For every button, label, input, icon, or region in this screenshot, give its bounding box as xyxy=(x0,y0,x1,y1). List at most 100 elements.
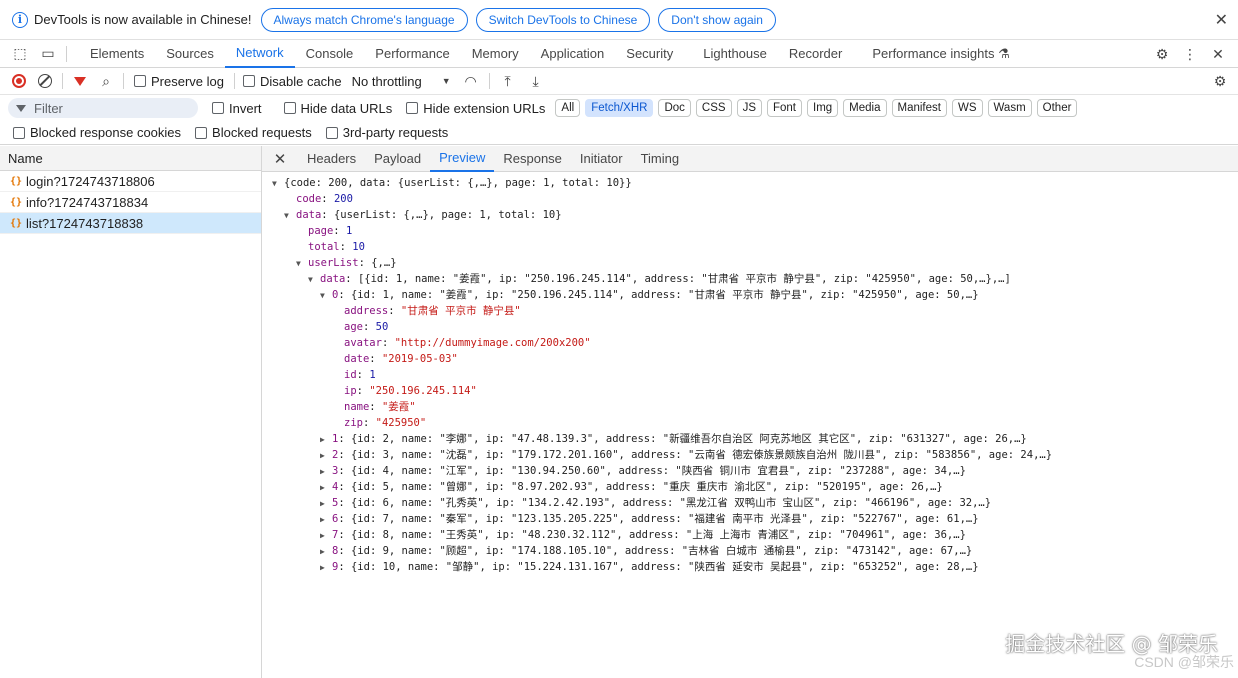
tab-recorder[interactable]: Recorder xyxy=(778,40,853,68)
tab-security[interactable]: Security xyxy=(615,40,684,68)
tab-performance-insights[interactable]: Performance insights ⚗ xyxy=(861,40,1020,68)
record-icon[interactable] xyxy=(6,67,32,95)
tree-node-userlist[interactable]: ▼ userList: {,…} xyxy=(262,255,1238,271)
type-filter-img[interactable]: Img xyxy=(807,99,839,117)
expand-triangle-icon[interactable]: ▶ xyxy=(320,464,332,480)
filter-input[interactable]: Filter xyxy=(8,98,198,118)
expand-triangle-icon[interactable]: ▶ xyxy=(320,528,332,544)
checkbox-box[interactable] xyxy=(13,126,25,139)
expand-triangle-icon[interactable]: ▶ xyxy=(320,432,332,448)
request-row-login[interactable]: {} login?1724743718806 xyxy=(0,171,261,192)
tab-response[interactable]: Response xyxy=(494,146,571,172)
dont-show-again-button[interactable]: Don't show again xyxy=(658,7,776,32)
tree-node-item-1[interactable]: ▶ 1: {id: 2, name: "李娜", ip: "47.48.139.3… xyxy=(262,431,1238,447)
hide-data-urls-checkbox[interactable]: Hide data URLs xyxy=(283,101,392,116)
tree-root[interactable]: ▼ {code: 200, data: {userList: {,…}, page… xyxy=(262,175,1238,191)
tab-preview[interactable]: Preview xyxy=(430,146,495,172)
checkbox-box[interactable] xyxy=(195,126,208,139)
checkbox-box[interactable] xyxy=(283,102,296,114)
name-column-header[interactable]: Name xyxy=(0,146,261,171)
blocked-requests-checkbox[interactable]: Blocked requests xyxy=(195,125,312,140)
type-filter-media[interactable]: Media xyxy=(843,99,887,117)
download-icon[interactable]: ⤓ xyxy=(522,67,550,95)
network-toolbar: ⌕ Preserve log Disable cache No throttli… xyxy=(0,68,1238,95)
type-filter-font[interactable]: Font xyxy=(766,99,802,117)
expand-triangle-icon[interactable]: ▼ xyxy=(284,208,296,224)
throttling-select[interactable]: No throttling xyxy=(352,74,422,89)
always-match-language-button[interactable]: Always match Chrome's language xyxy=(260,7,468,32)
type-filter-fetch-xhr[interactable]: Fetch/XHR xyxy=(585,99,654,117)
expand-triangle-icon[interactable]: ▼ xyxy=(308,272,320,288)
tab-network[interactable]: Network xyxy=(224,40,295,68)
checkbox-box[interactable] xyxy=(212,102,224,114)
close-detail-icon[interactable]: ✕ xyxy=(262,150,298,168)
tab-application[interactable]: Application xyxy=(530,40,616,68)
type-filter-all[interactable]: All xyxy=(555,99,581,117)
preserve-log-checkbox[interactable]: Preserve log xyxy=(134,74,224,89)
infobar-close-icon[interactable]: ✕ xyxy=(1215,10,1228,30)
tree-node-item-2[interactable]: ▶ 2: {id: 3, name: "沈磊", ip: "179.172.201… xyxy=(262,447,1238,463)
switch-to-chinese-button[interactable]: Switch DevTools to Chinese xyxy=(475,7,651,32)
chevron-down-icon[interactable]: ▼ xyxy=(442,76,451,86)
blocked-response-cookies-checkbox[interactable]: Blocked response cookies xyxy=(13,125,181,140)
tab-console[interactable]: Console xyxy=(295,40,365,68)
type-filter-manifest[interactable]: Manifest xyxy=(891,99,947,117)
type-filter-ws[interactable]: WS xyxy=(951,99,983,117)
tree-node-item-7[interactable]: ▶ 7: {id: 8, name: "王秀英", ip: "48.230.32.… xyxy=(262,527,1238,543)
invert-checkbox[interactable]: Invert xyxy=(212,101,262,116)
device-toolbar-icon[interactable]: ▭ xyxy=(34,40,62,68)
more-options-icon[interactable]: ⋮ xyxy=(1176,40,1204,68)
close-devtools-icon[interactable]: ✕ xyxy=(1204,40,1232,68)
expand-triangle-icon[interactable]: ▶ xyxy=(320,560,332,576)
tree-node-item-4[interactable]: ▶ 4: {id: 5, name: "曾娜", ip: "8.97.202.93… xyxy=(262,479,1238,495)
request-row-list[interactable]: {} list?1724743718838 xyxy=(0,213,261,234)
tab-memory[interactable]: Memory xyxy=(461,40,530,68)
expand-triangle-icon[interactable]: ▶ xyxy=(320,512,332,528)
checkbox-box[interactable] xyxy=(134,75,146,87)
gear-icon[interactable]: ⚙ xyxy=(1148,40,1176,68)
expand-triangle-icon[interactable]: ▼ xyxy=(296,256,308,272)
tree-node-item-5[interactable]: ▶ 5: {id: 6, name: "孔秀英", ip: "134.2.42.1… xyxy=(262,495,1238,511)
type-filter-css[interactable]: CSS xyxy=(695,99,732,117)
expand-triangle-icon[interactable]: ▶ xyxy=(320,448,332,464)
detail-tabs-bar: ✕ Headers Payload Preview Response Initi… xyxy=(262,146,1238,172)
network-settings-gear-icon[interactable]: ⚙ xyxy=(1206,67,1234,95)
tree-node-item-9[interactable]: ▶ 9: {id: 10, name: "邹静", ip: "15.224.131… xyxy=(262,559,1238,575)
expand-triangle-icon[interactable]: ▶ xyxy=(320,544,332,560)
type-filter-other[interactable]: Other xyxy=(1036,99,1078,117)
type-filter-js[interactable]: JS xyxy=(736,99,762,117)
expand-triangle-icon[interactable]: ▶ xyxy=(320,496,332,512)
tree-node-item-6[interactable]: ▶ 6: {id: 7, name: "秦军", ip: "123.135.205… xyxy=(262,511,1238,527)
filter-funnel-icon[interactable] xyxy=(67,67,93,95)
network-conditions-icon[interactable]: ◠ xyxy=(457,67,485,95)
tree-node-item-0[interactable]: ▼ 0: {id: 1, name: "姜霞", ip: "250.196.245… xyxy=(262,287,1238,303)
tab-sources[interactable]: Sources xyxy=(155,40,225,68)
tree-node-data[interactable]: ▼ data: {userList: {,…}, page: 1, total: … xyxy=(262,207,1238,223)
search-icon[interactable]: ⌕ xyxy=(93,67,119,95)
checkbox-box[interactable] xyxy=(406,102,419,114)
type-filter-wasm[interactable]: Wasm xyxy=(987,99,1032,117)
type-filter-doc[interactable]: Doc xyxy=(658,99,691,117)
tree-node-data-list[interactable]: ▼ data: [{id: 1, name: "姜霞", ip: "250.196… xyxy=(262,271,1238,287)
tab-performance[interactable]: Performance xyxy=(364,40,460,68)
tab-headers[interactable]: Headers xyxy=(298,146,365,172)
upload-icon[interactable]: ⤒ xyxy=(494,67,522,95)
tab-timing[interactable]: Timing xyxy=(632,146,689,172)
clear-icon[interactable] xyxy=(32,67,58,95)
disable-cache-checkbox[interactable]: Disable cache xyxy=(242,74,342,89)
third-party-requests-checkbox[interactable]: 3rd-party requests xyxy=(325,125,448,140)
checkbox-box[interactable] xyxy=(325,126,338,139)
inspect-element-icon[interactable]: ⬚ xyxy=(6,40,34,68)
tree-node-item-3[interactable]: ▶ 3: {id: 4, name: "江军", ip: "130.94.250.… xyxy=(262,463,1238,479)
expand-triangle-icon[interactable]: ▼ xyxy=(320,288,332,304)
tab-elements[interactable]: Elements xyxy=(79,40,155,68)
tab-payload[interactable]: Payload xyxy=(365,146,430,172)
checkbox-box[interactable] xyxy=(242,75,255,87)
expand-triangle-icon[interactable]: ▶ xyxy=(320,480,332,496)
request-row-info[interactable]: {} info?1724743718834 xyxy=(0,192,261,213)
hide-extension-urls-checkbox[interactable]: Hide extension URLs xyxy=(406,101,545,116)
tree-node-item-8[interactable]: ▶ 8: {id: 9, name: "顾超", ip: "174.188.105… xyxy=(262,543,1238,559)
expand-triangle-icon[interactable]: ▼ xyxy=(272,176,284,192)
tab-initiator[interactable]: Initiator xyxy=(571,146,632,172)
tab-lighthouse[interactable]: Lighthouse xyxy=(692,40,778,68)
